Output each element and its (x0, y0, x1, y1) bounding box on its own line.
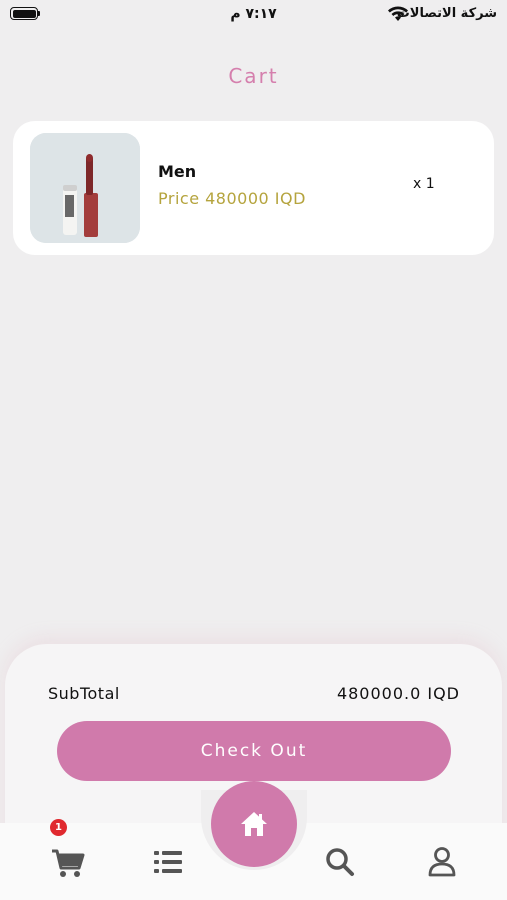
status-bar: ٧:١٧ م شركة الاتصالات (0, 0, 507, 30)
subtotal-label: SubTotal (48, 684, 120, 703)
nav-search-icon[interactable] (320, 842, 360, 882)
nav-cart-icon[interactable] (48, 842, 88, 882)
cart-badge: 1 (50, 819, 67, 836)
nav-profile-icon[interactable] (422, 842, 462, 882)
product-quantity: x 1 (413, 176, 435, 192)
page-title: Cart (228, 64, 279, 88)
nav-list-icon[interactable] (148, 842, 188, 882)
subtotal-value: 480000.0 IQD (336, 684, 460, 703)
product-price: Price 480000 IQD (158, 189, 306, 208)
checkout-button[interactable]: Check Out (57, 721, 451, 781)
product-name: Men (158, 162, 197, 181)
home-icon (241, 812, 267, 836)
cart-item-card[interactable]: Men Price 480000 IQD x 1 (13, 121, 494, 255)
lipstick-product-image (30, 133, 140, 243)
carrier-name: شركة الاتصالات (396, 6, 497, 21)
home-button[interactable] (211, 781, 297, 867)
